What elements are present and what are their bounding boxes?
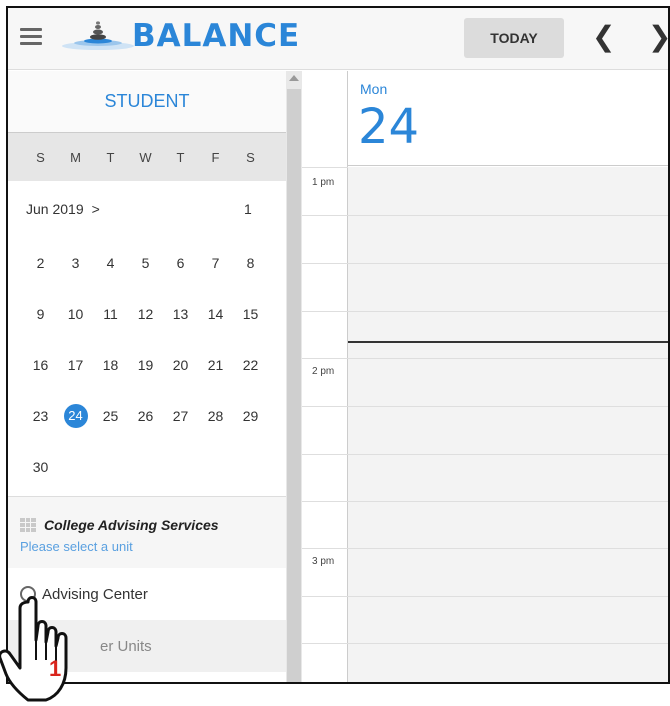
time-gridline <box>302 406 348 407</box>
other-units-label: er Units <box>100 637 152 655</box>
time-label: 1 pm <box>312 177 335 188</box>
weekday-label: S <box>246 149 255 165</box>
calendar-day[interactable]: 7 <box>198 255 233 271</box>
pointer-hand-icon <box>0 596 68 702</box>
calendar-day[interactable]: 22 <box>233 357 268 373</box>
day-column: Mon 24 <box>348 71 668 682</box>
time-gridline <box>302 643 348 644</box>
brand-name: BALANCE <box>132 18 301 54</box>
time-gridline <box>302 167 348 168</box>
month-label[interactable]: Jun 2019 <box>26 201 84 217</box>
calendar-day[interactable]: 14 <box>198 306 233 322</box>
time-gridline <box>302 215 348 216</box>
calendar-week: 16 17 18 19 20 21 22 <box>8 339 286 390</box>
calendar-day[interactable]: 28 <box>198 408 233 424</box>
calendar-day[interactable]: 8 <box>233 255 268 271</box>
calendar-week: 9 10 11 12 13 14 15 <box>8 288 286 339</box>
weekday-label: S <box>36 149 45 165</box>
slot-gridline <box>348 263 668 264</box>
slot-gridline <box>348 406 668 407</box>
calendar-day[interactable]: 21 <box>198 357 233 373</box>
time-gridline <box>302 358 348 359</box>
time-gridline <box>302 454 348 455</box>
calendar-day[interactable]: 11 <box>93 306 128 322</box>
slot-gridline <box>348 454 668 455</box>
calendar-day[interactable]: 25 <box>93 408 128 424</box>
unit-title: College Advising Services <box>20 517 274 533</box>
calendar-day[interactable]: 26 <box>128 408 163 424</box>
calendar-day[interactable]: 27 <box>163 408 198 424</box>
calendar-day[interactable]: 13 <box>163 306 198 322</box>
weekday-header: S M T W T F S <box>8 133 286 181</box>
calendar-day[interactable]: 18 <box>93 357 128 373</box>
unit-title-text: College Advising Services <box>44 517 219 533</box>
calendar-day[interactable]: 30 <box>23 459 58 475</box>
grid-icon <box>20 518 36 532</box>
balance-stones-icon <box>62 21 134 50</box>
weekday-label: F <box>211 149 220 165</box>
time-slots[interactable] <box>348 167 668 682</box>
current-time-line <box>348 341 668 343</box>
app-window: BALANCE TODAY ❮ ❯ STUDENT S M T W T F S … <box>6 6 670 684</box>
calendar-day[interactable]: 19 <box>128 357 163 373</box>
weekday-label: W <box>139 149 152 165</box>
time-gridline <box>302 548 348 549</box>
calendar-day[interactable]: 20 <box>163 357 198 373</box>
calendar-day[interactable]: 23 <box>23 408 58 424</box>
calendar-day[interactable]: 29 <box>233 408 268 424</box>
time-column: 1 pm 2 pm 3 pm <box>302 71 348 682</box>
slot-gridline <box>348 548 668 549</box>
calendar-week: 23 24 25 26 27 28 29 <box>8 390 286 441</box>
calendar-day-selected[interactable]: 24 <box>58 403 93 428</box>
chevron-right-icon[interactable]: ❯ <box>648 20 668 53</box>
top-bar: BALANCE TODAY ❮ ❯ <box>8 8 668 70</box>
chevron-left-icon[interactable]: ❮ <box>592 20 615 53</box>
today-button[interactable]: TODAY <box>464 18 564 58</box>
selected-day-badge: 24 <box>63 403 88 428</box>
calendar-day[interactable]: 5 <box>128 255 163 271</box>
calendar-week: 30 <box>8 441 286 492</box>
calendar-day[interactable]: 12 <box>128 306 163 322</box>
hamburger-menu-icon[interactable] <box>20 28 42 46</box>
time-label: 2 pm <box>312 366 335 377</box>
time-gridline <box>302 311 348 312</box>
calendar-day[interactable]: 4 <box>93 255 128 271</box>
time-gridline <box>302 263 348 264</box>
calendar-day[interactable]: 15 <box>233 306 268 322</box>
brand-logo[interactable]: BALANCE <box>58 14 300 58</box>
calendar-day[interactable]: 17 <box>58 357 93 373</box>
slot-gridline <box>348 215 668 216</box>
weekday-label: T <box>106 149 115 165</box>
calendar-day[interactable]: 3 <box>58 255 93 271</box>
time-label: 3 pm <box>312 556 335 567</box>
slot-gridline <box>348 596 668 597</box>
month-navigator: Jun 2019 > 1 <box>8 181 286 237</box>
role-title[interactable]: STUDENT <box>8 71 286 133</box>
weekday-label: M <box>70 149 81 165</box>
calendar-day[interactable]: 16 <box>23 357 58 373</box>
slot-gridline <box>348 311 668 312</box>
day-name: Mon <box>360 81 388 97</box>
next-month-arrow-icon[interactable]: > <box>92 201 100 217</box>
calendar-day[interactable]: 6 <box>163 255 198 271</box>
time-gridline <box>302 501 348 502</box>
time-gridline <box>302 596 348 597</box>
day-number: 24 <box>358 99 420 155</box>
scroll-thumb[interactable] <box>287 89 301 682</box>
calendar-week: 2 3 4 5 6 7 8 <box>8 237 286 288</box>
scroll-up-arrow-icon[interactable] <box>289 75 299 81</box>
weekday-label: T <box>176 149 185 165</box>
day-header[interactable]: Mon 24 <box>348 71 668 166</box>
slot-gridline <box>348 358 668 359</box>
unit-hint: Please select a unit <box>20 539 133 554</box>
calendar-day[interactable]: 10 <box>58 306 93 322</box>
calendar-day[interactable]: 9 <box>23 306 58 322</box>
sidebar-scrollbar[interactable] <box>286 71 302 682</box>
step-number: 1 <box>49 656 62 681</box>
slot-gridline <box>348 643 668 644</box>
calendar-day[interactable]: 2 <box>23 255 58 271</box>
unit-section: College Advising Services Please select … <box>8 497 286 568</box>
slot-gridline <box>348 501 668 502</box>
calendar-day[interactable]: 1 <box>244 201 252 217</box>
